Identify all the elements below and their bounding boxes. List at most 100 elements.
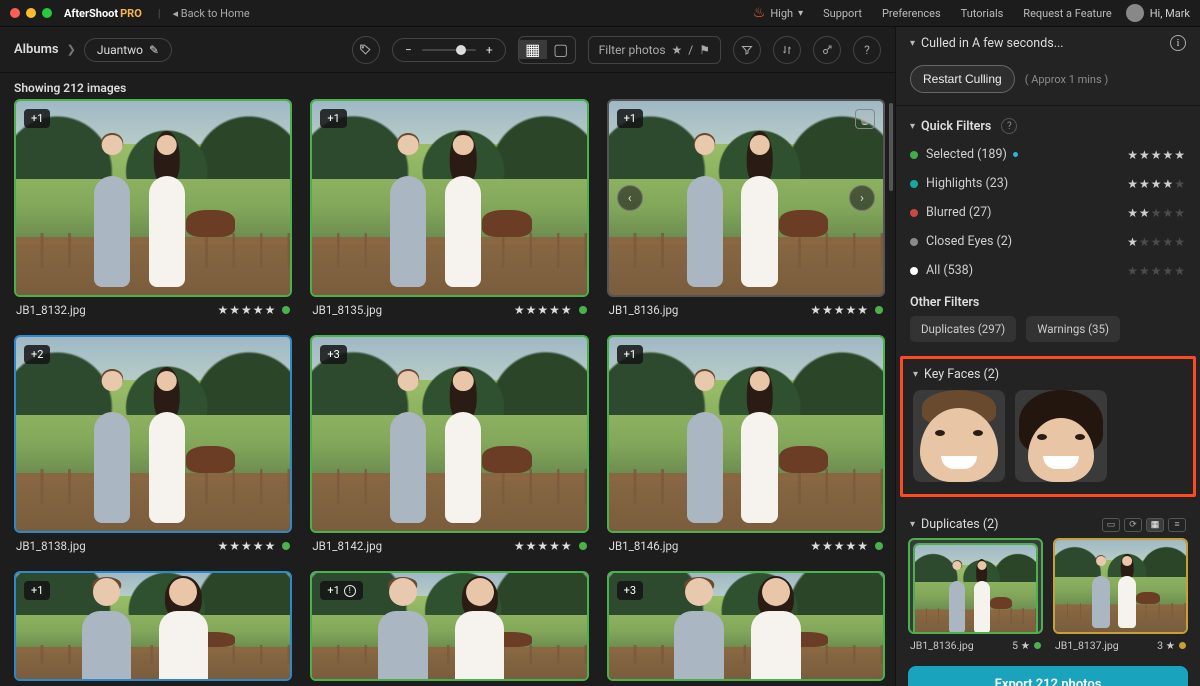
single-view-icon[interactable]: ▢	[547, 40, 575, 59]
stack-badge: +2	[24, 345, 50, 364]
funnel-button[interactable]	[733, 36, 761, 64]
star-rating[interactable]: ★★★★★	[514, 303, 573, 317]
thumbnail[interactable]: +1JB1_8135.jpg★★★★★	[310, 99, 588, 317]
view-mode[interactable]: ▦ ▢	[518, 36, 576, 64]
prev-arrow[interactable]: ‹	[617, 185, 643, 211]
export-button[interactable]: Export 212 photos	[908, 666, 1188, 686]
chevron-down-icon: ▾	[910, 38, 915, 49]
restart-culling-button[interactable]: Restart Culling	[910, 65, 1015, 93]
stack-badge: +1	[24, 109, 50, 128]
scrollbar[interactable]	[889, 103, 893, 191]
avatar[interactable]	[1126, 4, 1144, 22]
filter-label: Highlights (23)	[926, 176, 1008, 191]
tag-button[interactable]	[352, 36, 380, 64]
star-rating[interactable]: ★★★★★	[810, 303, 869, 317]
sort-button[interactable]	[773, 36, 801, 64]
thumbnail-grid: +1JB1_8132.jpg★★★★★+1JB1_8135.jpg★★★★★+1…	[14, 99, 885, 681]
filter-dot	[910, 209, 918, 217]
thumbnail[interactable]: +3JB1_8142.jpg★★★★★	[310, 335, 588, 553]
pip-icon	[1013, 152, 1018, 157]
sort-icon	[781, 44, 793, 56]
thumbnail[interactable]: +1!	[310, 571, 588, 681]
star-rating[interactable]: ★★★★★	[218, 303, 277, 317]
filter-dot	[910, 267, 918, 275]
other-filters-label: Other Filters	[896, 285, 1200, 316]
slider-knob[interactable]	[456, 45, 466, 55]
thumbnail[interactable]: +1JB1_8146.jpg★★★★★	[607, 335, 885, 553]
chip-warnings[interactable]: Warnings (35)	[1026, 316, 1120, 342]
window-controls[interactable]	[10, 8, 52, 18]
filename: JB1_8142.jpg	[312, 539, 382, 553]
star-rating[interactable]: ★★★★★	[218, 539, 277, 553]
toolbar: Albums ❯ Juantwo ✎ − + ▦ ▢ Filter	[0, 27, 895, 73]
duplicate-card[interactable]: JB1_8136.jpg5 ★	[908, 538, 1043, 652]
info-icon[interactable]: i	[1170, 35, 1186, 51]
culled-header[interactable]: ▾ Culled in A few seconds... i	[896, 27, 1200, 59]
minimize-window[interactable]	[26, 8, 36, 18]
quick-filter[interactable]: All (538)★★★★★	[896, 256, 1200, 285]
menu-tutorials[interactable]: Tutorials	[961, 7, 1004, 20]
star-rating[interactable]: ★★★★★	[514, 539, 573, 553]
stack-badge: +1	[617, 109, 643, 128]
filter-label: Closed Eyes (2)	[926, 234, 1012, 249]
plus-icon[interactable]: +	[486, 43, 493, 57]
thumbnail[interactable]: +1	[14, 571, 292, 681]
close-window[interactable]	[10, 8, 20, 18]
minus-icon[interactable]: −	[405, 43, 412, 57]
next-arrow[interactable]: ›	[849, 185, 875, 211]
dup-view-refresh[interactable]: ⟳	[1124, 518, 1142, 532]
star-icon: ★	[672, 43, 683, 57]
albums-link[interactable]: Albums	[14, 42, 59, 57]
main-panel: Albums ❯ Juantwo ✎ − + ▦ ▢ Filter	[0, 27, 895, 686]
key-face-2[interactable]	[1015, 390, 1107, 482]
slider-track[interactable]	[422, 49, 476, 51]
thumbnail[interactable]: +2JB1_8138.jpg★★★★★	[14, 335, 292, 553]
brand: AfterShootPRO	[64, 7, 142, 20]
stack-badge: +1	[24, 581, 50, 600]
user-greeting: Hi, Mark	[1150, 7, 1190, 20]
image-count: Showing 212 images	[0, 73, 895, 99]
quick-filters-header[interactable]: ▾ Quick Filters ?	[896, 106, 1200, 140]
status-dot	[875, 306, 883, 314]
star-rating[interactable]: ★★★★★	[810, 539, 869, 553]
menu-request-feature[interactable]: Request a Feature	[1023, 7, 1111, 20]
filename: JB1_8146.jpg	[609, 539, 679, 553]
pencil-icon: ✎	[149, 43, 159, 57]
dup-view-list[interactable]: ≡	[1168, 518, 1186, 532]
thumbnail[interactable]: +3	[607, 571, 885, 681]
filter-photos[interactable]: Filter photos ★/ ⚑	[588, 36, 721, 64]
dup-view-1[interactable]: ▭	[1102, 518, 1120, 532]
chevron-down-icon: ▾	[913, 369, 918, 380]
trash-icon[interactable]: 🗑	[855, 109, 875, 129]
chevron-right-icon: ❯	[67, 43, 76, 56]
grid-view-icon[interactable]: ▦	[519, 40, 547, 59]
key-face-1[interactable]	[913, 390, 1005, 482]
approx-time: ( Approx 1 mins )	[1025, 73, 1109, 86]
maximize-window[interactable]	[42, 8, 52, 18]
priority-menu[interactable]: ♨High▾	[753, 5, 803, 21]
quick-filter[interactable]: Closed Eyes (2)★★★★★	[896, 227, 1200, 256]
menu-support[interactable]: Support	[823, 7, 862, 20]
album-pill[interactable]: Juantwo ✎	[84, 38, 172, 62]
status-dot	[282, 306, 290, 314]
menu-preferences[interactable]: Preferences	[882, 7, 941, 20]
link-button[interactable]	[813, 36, 841, 64]
help-button[interactable]: ?	[853, 36, 881, 64]
chevron-down-icon: ▾	[910, 519, 915, 530]
key-faces-header[interactable]: ▾ Key Faces (2)	[913, 367, 1183, 382]
chevron-down-icon: ▾	[798, 8, 803, 19]
help-icon[interactable]: ?	[1001, 118, 1017, 134]
quick-filter[interactable]: Highlights (23)★★★★★	[896, 169, 1200, 198]
filename: JB1_8132.jpg	[16, 303, 86, 317]
duplicate-card[interactable]: JB1_8137.jpg3 ★	[1053, 538, 1188, 652]
thumbnail[interactable]: +1🗑‹›JB1_8136.jpg★★★★★	[607, 99, 885, 317]
duplicates-header[interactable]: ▾ Duplicates (2) ▭ ⟳ ▦ ≡	[896, 507, 1200, 538]
quick-filter[interactable]: Selected (189)★★★★★	[896, 140, 1200, 169]
chip-duplicates[interactable]: Duplicates (297)	[910, 316, 1016, 342]
quick-filter[interactable]: Blurred (27)★★★★★	[896, 198, 1200, 227]
thumbnail[interactable]: +1 JB1_8132.jpg ★★★★★	[14, 99, 292, 317]
dup-view-grid[interactable]: ▦	[1146, 518, 1164, 532]
zoom-slider[interactable]: − +	[392, 38, 506, 62]
divider: |	[158, 7, 161, 20]
back-to-home[interactable]: ◂ Back to Home	[173, 7, 250, 20]
